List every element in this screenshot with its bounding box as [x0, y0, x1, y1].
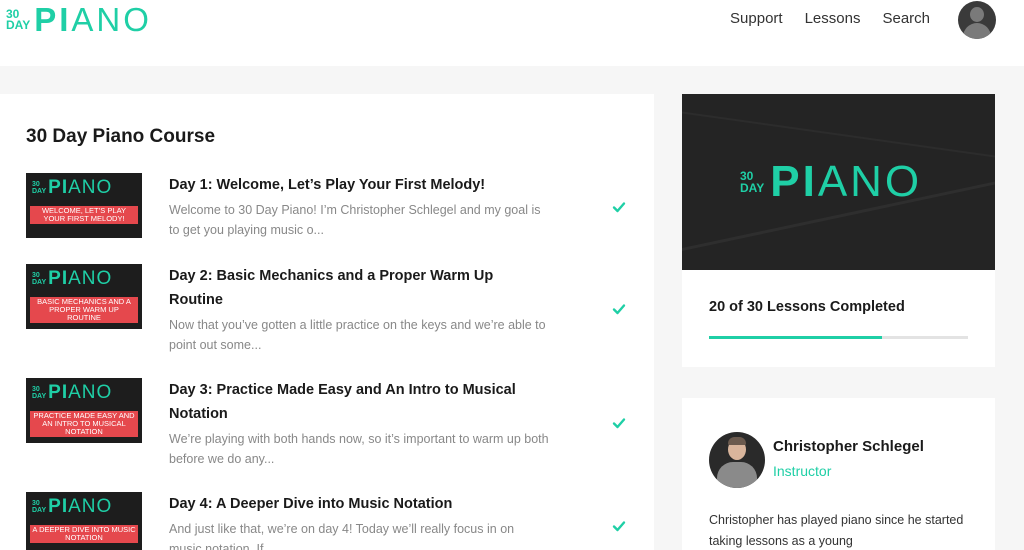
lesson-thumbnail[interactable]: 30 DAY PIANO Basic Mechanics and a Proper…: [26, 264, 142, 329]
lesson-item-day-1[interactable]: 30 DAY PIANO Welcome, Let’s Play Your Fir…: [26, 173, 636, 273]
logo-day-mark: 30 DAY: [6, 7, 31, 32]
lesson-item-day-4[interactable]: 30 DAY PIANO A Deeper Dive into Music Not…: [26, 492, 636, 550]
lesson-title[interactable]: Day 2: Basic Mechanics and a Proper Warm…: [169, 264, 549, 312]
lesson-description: Welcome to 30 Day Piano! I’m Christopher…: [169, 203, 541, 237]
thumbnail-caption: A Deeper Dive into Music Notation: [30, 525, 138, 543]
lesson-description: Now that you’ve gotten a little practice…: [169, 318, 546, 352]
thumbnail-caption: Practice Made Easy and an Intro to Music…: [30, 411, 138, 437]
completed-check-icon: [612, 416, 626, 430]
instructor-card: Christopher Schlegel Instructor Christop…: [682, 398, 995, 550]
progress-bar-fill: [709, 336, 882, 339]
instructor-avatar: [709, 432, 765, 488]
lesson-item-day-2[interactable]: 30 DAY PIANO Basic Mechanics and a Proper…: [26, 264, 636, 374]
lesson-description: And just like that, we’re on day 4! Toda…: [169, 522, 515, 550]
lesson-item-day-3[interactable]: 30 DAY PIANO Practice Made Easy and an In…: [26, 378, 636, 488]
banner-logo: 30 DAY PIANO: [740, 157, 923, 206]
nav-search-link[interactable]: Search: [882, 10, 930, 28]
instructor-bio: Christopher has played piano since he st…: [709, 513, 964, 548]
lesson-description: We’re playing with both hands now, so it…: [169, 432, 549, 466]
lesson-title[interactable]: Day 1: Welcome, Let’s Play Your First Me…: [169, 173, 549, 197]
instructor-role: Instructor: [773, 463, 832, 479]
top-navigation-bar: 30 DAY PIANO Support Lessons Search: [0, 0, 1024, 66]
completed-check-icon: [612, 302, 626, 316]
progress-label: 20 of 30 Lessons Completed: [709, 299, 905, 315]
lesson-thumbnail[interactable]: 30 DAY PIANO Practice Made Easy and an In…: [26, 378, 142, 443]
course-progress-card: 30 DAY PIANO 20 of 30 Lessons Completed: [682, 94, 995, 367]
lesson-title[interactable]: Day 4: A Deeper Dive into Music Notation: [169, 492, 549, 516]
course-title: 30 Day Piano Course: [26, 126, 216, 147]
site-logo[interactable]: 30 DAY PIANO: [6, 1, 152, 38]
instructor-name: Christopher Schlegel: [773, 438, 924, 455]
logo-wordmark: PIANO: [34, 1, 152, 38]
user-avatar[interactable]: [958, 1, 996, 39]
nav-lessons-link[interactable]: Lessons: [805, 10, 861, 28]
main-nav: Support Lessons Search: [730, 10, 930, 28]
completed-check-icon: [612, 519, 626, 533]
thumbnail-caption: Welcome, Let’s Play Your First Melody!: [30, 206, 138, 224]
nav-support-link[interactable]: Support: [730, 10, 783, 28]
course-lessons-panel: 30 Day Piano Course 30 DAY PIANO Welcome,…: [0, 94, 654, 550]
lesson-thumbnail[interactable]: 30 DAY PIANO A Deeper Dive into Music Not…: [26, 492, 142, 550]
lesson-thumbnail[interactable]: 30 DAY PIANO Welcome, Let’s Play Your Fir…: [26, 173, 142, 238]
lesson-title[interactable]: Day 3: Practice Made Easy and An Intro t…: [169, 378, 549, 426]
completed-check-icon: [612, 200, 626, 214]
progress-bar: [709, 336, 968, 339]
thumbnail-caption: Basic Mechanics and a Proper Warm Up Rou…: [30, 297, 138, 323]
course-banner-image: 30 DAY PIANO: [682, 94, 995, 270]
